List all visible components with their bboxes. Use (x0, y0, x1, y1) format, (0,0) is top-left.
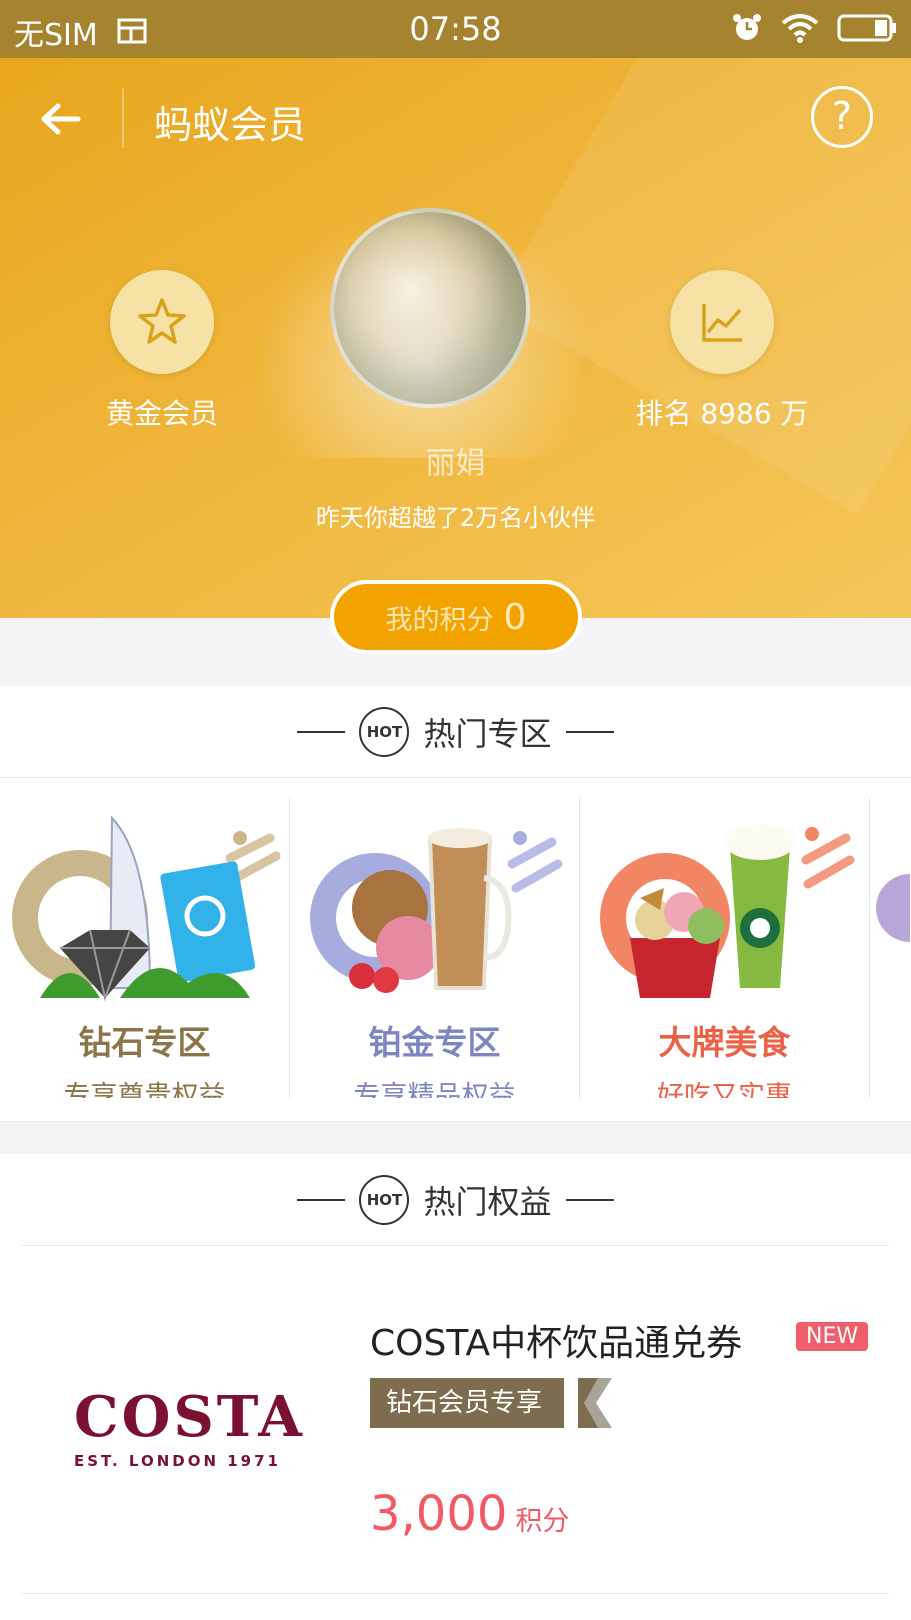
zone-brand-food-desc: 好吃又实惠 (657, 1081, 792, 1098)
hot-zones-carousel[interactable]: 钻石专区 专享尊贵权益 铂金专区 专享精品权益 大牌美食 好吃又实惠 (0, 798, 911, 1098)
benefit-title: COSTA中杯饮品通兑券 (370, 1323, 743, 1364)
diamond-zone-illustration (12, 815, 281, 1002)
member-rank[interactable]: 排名 8986 万 (612, 270, 832, 432)
status-right (731, 12, 897, 44)
rank-badge (670, 270, 774, 374)
heading-dash-left (297, 1198, 346, 1201)
member-level[interactable]: 黄金会员 (52, 270, 272, 432)
avatar-overlay (262, 218, 582, 458)
alarm-icon (733, 14, 761, 40)
hot-zones-title: 热门专区 (423, 714, 552, 753)
hot-benefits-section: HOT 热门权益 COSTA EST. LONDON 1971 COSTA中杯饮… (0, 1154, 911, 1620)
nav-divider (122, 88, 124, 148)
zone-platinum-desc: 专享精品权益 (353, 1081, 516, 1098)
platinum-zone-illustration (310, 828, 563, 993)
ribbon-tail (578, 1378, 612, 1428)
zone-diamond-title: 钻石专区 (78, 1023, 211, 1062)
my-points-button[interactable]: 我的积分 0 (330, 580, 582, 654)
costa-logo-wordmark: COSTA (74, 1384, 305, 1450)
next-zone-preview-icon (876, 874, 911, 942)
hot-zones-section: HOT 热门专区 钻石专区 专享尊贵权益 铂金专区 专享精品权益 大牌美食 好吃… (0, 686, 911, 1122)
star-icon (138, 298, 186, 344)
costa-logo-tagline: EST. LONDON 1971 (74, 1452, 281, 1470)
points-value: 0 (503, 596, 527, 638)
page-title: 蚂蚁会员 (154, 103, 307, 147)
member-header: 蚂蚁会员 ? 黄金会员 排名 8986 万 丽娟 昨天你超越了2万名小伙伴 (0, 58, 911, 618)
zone-brand-food-title: 大牌美食 (658, 1023, 791, 1062)
hot-icon: HOT (359, 706, 410, 757)
rank-label: 排名 8986 万 (635, 397, 809, 430)
help-button[interactable]: ? (811, 86, 873, 148)
wifi-icon (781, 14, 819, 43)
heading-dash-left (297, 730, 346, 733)
zone-diamond-desc: 专享尊贵权益 (63, 1081, 226, 1098)
chart-line-icon (702, 304, 742, 342)
zone-diamond[interactable]: 钻石专区 专享尊贵权益 (0, 798, 290, 1098)
price-value: 3,000 (370, 1486, 508, 1542)
hot-benefits-title: 热门权益 (423, 1182, 552, 1221)
heading-dash-right (565, 730, 614, 733)
hot-icon: HOT (359, 1174, 410, 1225)
zone-platinum-title: 铂金专区 (368, 1023, 501, 1062)
hot-zones-heading: HOT 热门专区 (0, 686, 911, 778)
zone-platinum[interactable]: 铂金专区 专享精品权益 (290, 798, 580, 1098)
back-arrow-icon[interactable] (36, 94, 86, 144)
new-badge: NEW (796, 1322, 869, 1351)
zone-brand-food[interactable]: 大牌美食 好吃又实惠 (580, 798, 870, 1098)
benefit-price: 3,000 积分 (370, 1486, 569, 1542)
diamond-exclusive-ribbon: 钻石会员专享 (370, 1378, 565, 1428)
costa-logo: COSTA EST. LONDON 1971 (74, 1384, 305, 1470)
battery-icon (837, 14, 896, 42)
brand-food-illustration (600, 824, 855, 998)
points-label: 我的积分 (385, 604, 494, 636)
price-unit: 积分 (515, 1506, 570, 1537)
hot-benefits-heading: HOT 热门权益 (22, 1154, 889, 1246)
ranking-subtitle: 昨天你超越了2万名小伙伴 (315, 504, 596, 532)
heading-dash-right (565, 1198, 614, 1201)
level-label: 黄金会员 (105, 397, 218, 430)
level-badge (110, 270, 214, 374)
status-bar: 无SIM 07:58 (0, 0, 911, 58)
item-divider (22, 1593, 889, 1594)
username: 丽娟 (425, 446, 486, 481)
zone-next-peek[interactable] (870, 798, 911, 1098)
benefit-item[interactable]: COSTA EST. LONDON 1971 COSTA中杯饮品通兑券 NEW … (0, 1264, 911, 1594)
